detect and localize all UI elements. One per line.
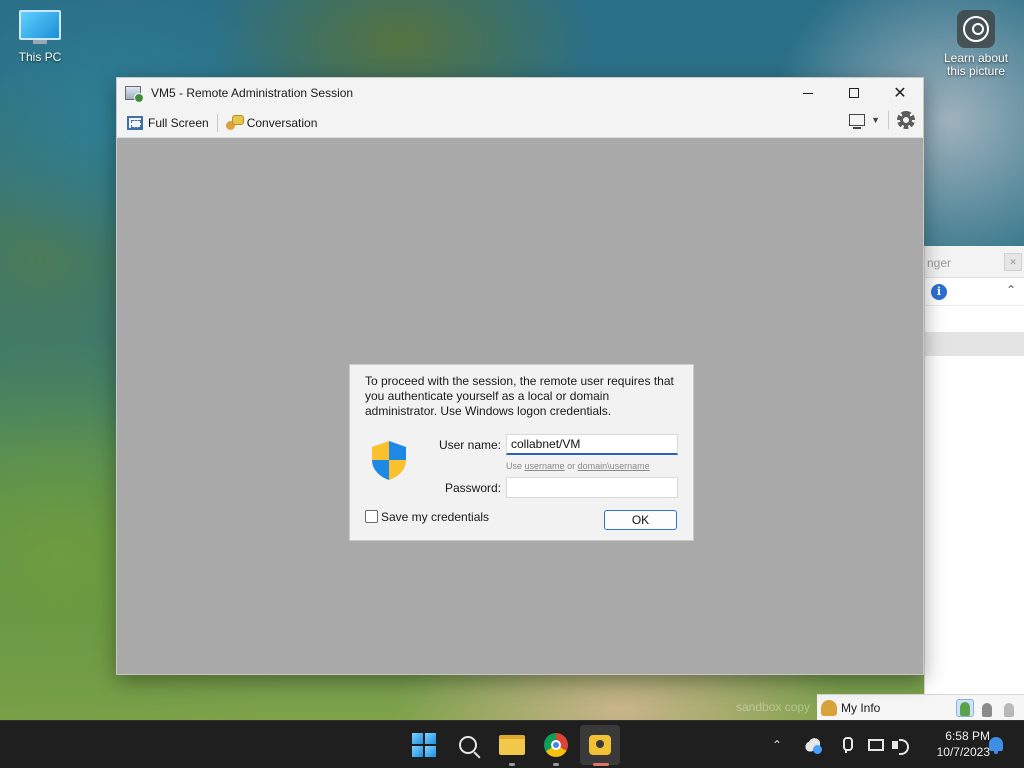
monitor-icon: [19, 10, 61, 40]
wallpaper-watermark: sandbox copy: [736, 700, 811, 714]
running-indicator: [509, 763, 515, 766]
messenger-selected-row[interactable]: [925, 332, 1024, 356]
my-info-icon: [821, 699, 837, 716]
folder-icon: [499, 735, 525, 755]
shield-icon: [371, 440, 407, 481]
info-badge-icon: [813, 745, 822, 754]
remote-admin-app-icon: [125, 86, 144, 103]
hint-username-link: username: [524, 461, 565, 471]
taskbar: ⌃ 6:58 PM 10/7/2023: [0, 720, 1024, 768]
maximize-icon: [849, 88, 859, 98]
chat-bubble-icon: [589, 735, 611, 755]
username-label: User name:: [438, 438, 501, 452]
username-hint: Use username or domain\username: [506, 461, 650, 471]
title-bar[interactable]: VM5 - Remote Administration Session ✕: [117, 78, 923, 108]
messenger-header: nger ✕: [925, 246, 1024, 278]
full-screen-label: Full Screen: [148, 115, 209, 130]
search-icon: [459, 736, 477, 754]
credentials-dialog: To proceed with the session, the remote …: [349, 364, 694, 541]
messenger-window: nger ✕ i ⌃: [924, 246, 1024, 720]
chevron-up-icon[interactable]: ⌃: [1006, 283, 1016, 297]
dialog-message: To proceed with the session, the remote …: [365, 374, 674, 418]
active-app-indicator: [593, 763, 609, 766]
session-toolbar: Full Screen Conversation ▼: [117, 108, 923, 138]
show-hidden-icons-button[interactable]: ⌃: [772, 721, 782, 768]
window-title: VM5 - Remote Administration Session: [151, 86, 354, 100]
running-indicator: [553, 763, 559, 766]
save-credentials-checkbox[interactable]: [365, 510, 378, 523]
full-screen-button[interactable]: Full Screen: [121, 111, 215, 135]
chevron-down-icon[interactable]: ▼: [871, 115, 880, 125]
password-input[interactable]: [506, 477, 678, 498]
my-info-button[interactable]: My Info: [841, 701, 880, 715]
search-button[interactable]: [448, 725, 488, 765]
learn-about-picture-label: Learn about this picture: [943, 51, 1009, 78]
this-pc-shortcut[interactable]: This PC: [12, 10, 68, 64]
minimize-button[interactable]: [785, 78, 831, 108]
remote-screen-area: To proceed with the session, the remote …: [117, 138, 923, 674]
file-explorer-button[interactable]: [492, 725, 532, 765]
clock-time: 6:58 PM: [945, 729, 990, 743]
notification-bell-icon[interactable]: [989, 737, 1003, 754]
close-icon: ✕: [893, 83, 907, 102]
messenger-info-row: i ⌃: [925, 278, 1024, 306]
display-select-icon[interactable]: [849, 114, 866, 129]
start-button[interactable]: [404, 725, 444, 765]
chrome-button[interactable]: [536, 725, 576, 765]
toolbar-divider: [888, 111, 889, 129]
messenger-status-bar: My Info: [817, 694, 1024, 720]
conversation-button[interactable]: Conversation: [220, 111, 324, 135]
minimize-icon: [803, 92, 813, 94]
windows-logo-icon: [412, 733, 436, 757]
save-credentials-label[interactable]: Save my credentials: [381, 510, 489, 524]
gear-icon[interactable]: [897, 111, 915, 129]
info-icon[interactable]: i: [931, 284, 947, 300]
camera-info-icon: [957, 10, 995, 48]
clock[interactable]: 6:58 PM 10/7/2023: [918, 728, 990, 760]
status-online-icon[interactable]: [956, 698, 974, 717]
messenger-close-icon[interactable]: ✕: [1004, 253, 1022, 271]
conversation-icon: [225, 114, 244, 131]
volume-icon[interactable]: [892, 737, 909, 755]
chrome-icon: [544, 733, 568, 757]
learn-about-picture-shortcut[interactable]: Learn about this picture: [936, 10, 1016, 78]
microphone-icon[interactable]: [838, 737, 854, 753]
username-input[interactable]: [506, 434, 678, 455]
conversation-label: Conversation: [246, 115, 318, 130]
remote-admin-taskbar-button[interactable]: [580, 725, 620, 765]
full-screen-icon: [127, 115, 143, 130]
status-away-icon[interactable]: [978, 699, 996, 717]
close-button[interactable]: ✕: [877, 78, 923, 108]
clock-date: 10/7/2023: [936, 745, 990, 759]
network-icon[interactable]: [868, 739, 884, 751]
toolbar-divider: [216, 113, 218, 132]
ok-button[interactable]: OK: [604, 510, 677, 530]
messenger-title: nger: [927, 256, 952, 270]
maximize-button[interactable]: [831, 78, 877, 108]
hint-domain-link: domain\username: [577, 461, 650, 471]
remote-session-window: VM5 - Remote Administration Session ✕ Fu…: [116, 77, 924, 675]
status-offline-icon[interactable]: [1000, 699, 1018, 717]
password-label: Password:: [444, 481, 501, 495]
this-pc-label: This PC: [18, 50, 62, 64]
